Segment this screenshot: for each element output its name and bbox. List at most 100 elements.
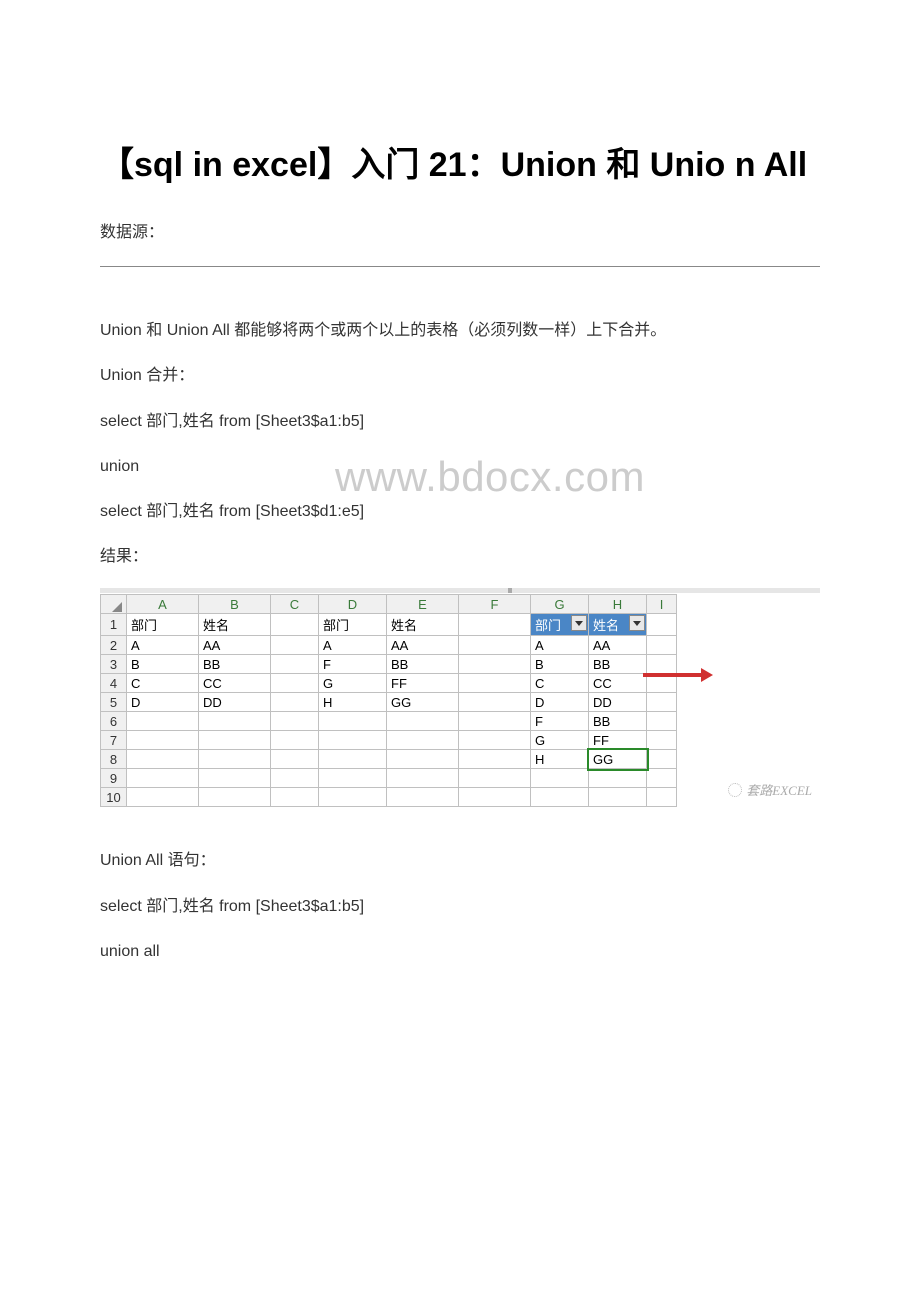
cell (271, 693, 319, 712)
cell (459, 614, 531, 636)
filter-dropdown-icon[interactable] (629, 615, 645, 631)
cell (319, 712, 387, 731)
cell: B (531, 655, 589, 674)
spreadsheet-image: A B C D E F G H I 1 部门 姓名 部门 姓名 部门 姓名 2 … (100, 588, 820, 807)
cell: 部门 (127, 614, 199, 636)
cell: FF (589, 731, 647, 750)
cell: BB (199, 655, 271, 674)
cell (199, 769, 271, 788)
row-header: 6 (101, 712, 127, 731)
cell (459, 712, 531, 731)
cell (647, 731, 677, 750)
row-header: 2 (101, 636, 127, 655)
filter-dropdown-icon[interactable] (571, 615, 587, 631)
paragraph-intro: Union 和 Union All 都能够将两个或两个以上的表格（必须列数一样）… (100, 317, 820, 344)
cell (459, 788, 531, 807)
cell (127, 788, 199, 807)
cell: AA (199, 636, 271, 655)
cell (319, 769, 387, 788)
cell-selected: GG (589, 750, 647, 769)
cell (647, 750, 677, 769)
col-header: E (387, 595, 459, 614)
cell (271, 655, 319, 674)
corner-cell (101, 595, 127, 614)
cell (647, 655, 677, 674)
cell (647, 712, 677, 731)
row-header: 10 (101, 788, 127, 807)
paragraph-sql-union: union (100, 453, 820, 480)
cell (319, 750, 387, 769)
cell (459, 693, 531, 712)
cell: D (127, 693, 199, 712)
row-header: 3 (101, 655, 127, 674)
cell (589, 788, 647, 807)
col-header: B (199, 595, 271, 614)
cell (199, 750, 271, 769)
cell (459, 655, 531, 674)
logo-icon (728, 783, 742, 797)
cell (459, 750, 531, 769)
cell: BB (387, 655, 459, 674)
cell (647, 614, 677, 636)
paragraph-sql-3: select 部门,姓名 from [Sheet3$a1:b5] (100, 893, 820, 920)
cell: GG (387, 693, 459, 712)
cell: A (319, 636, 387, 655)
row-header: 7 (101, 731, 127, 750)
cell (127, 731, 199, 750)
cell (459, 769, 531, 788)
cell (127, 712, 199, 731)
cell (531, 769, 589, 788)
cell (319, 731, 387, 750)
col-header: I (647, 595, 677, 614)
col-header: D (319, 595, 387, 614)
paragraph-sql-unionall: union all (100, 938, 820, 965)
cell: F (319, 655, 387, 674)
cell: A (531, 636, 589, 655)
page-title: 【sql in excel】入门 21：Union 和 Unio n All (100, 140, 820, 191)
cell (387, 788, 459, 807)
col-header: A (127, 595, 199, 614)
watermark-logo: 套路EXCEL (728, 780, 812, 799)
cell (387, 731, 459, 750)
cell (271, 712, 319, 731)
row-header: 8 (101, 750, 127, 769)
cell: AA (589, 636, 647, 655)
row-header: 1 (101, 614, 127, 636)
row-header: 9 (101, 769, 127, 788)
cell (271, 674, 319, 693)
cell: 姓名 (387, 614, 459, 636)
paragraph-datasource: 数据源： (100, 219, 820, 246)
filter-header-cell[interactable]: 部门 (531, 614, 589, 636)
cell (271, 636, 319, 655)
cell: CC (589, 674, 647, 693)
filter-header-cell[interactable]: 姓名 (589, 614, 647, 636)
cell (387, 712, 459, 731)
cell: 部门 (319, 614, 387, 636)
cell (589, 769, 647, 788)
paragraph-result-label: 结果： (100, 543, 820, 570)
cell: H (319, 693, 387, 712)
arrow-annotation (643, 673, 703, 677)
cell (647, 769, 677, 788)
cell (271, 614, 319, 636)
cell (647, 788, 677, 807)
divider (100, 266, 820, 267)
col-header: C (271, 595, 319, 614)
cell: C (127, 674, 199, 693)
cell: F (531, 712, 589, 731)
cell: D (531, 693, 589, 712)
cell (647, 693, 677, 712)
cell (459, 636, 531, 655)
cell: DD (589, 693, 647, 712)
cell (647, 636, 677, 655)
col-header: H (589, 595, 647, 614)
cell (271, 731, 319, 750)
cell (199, 788, 271, 807)
cell: BB (589, 712, 647, 731)
col-header: F (459, 595, 531, 614)
cell: B (127, 655, 199, 674)
cell (319, 788, 387, 807)
cell: G (319, 674, 387, 693)
cell: C (531, 674, 589, 693)
cell (199, 731, 271, 750)
